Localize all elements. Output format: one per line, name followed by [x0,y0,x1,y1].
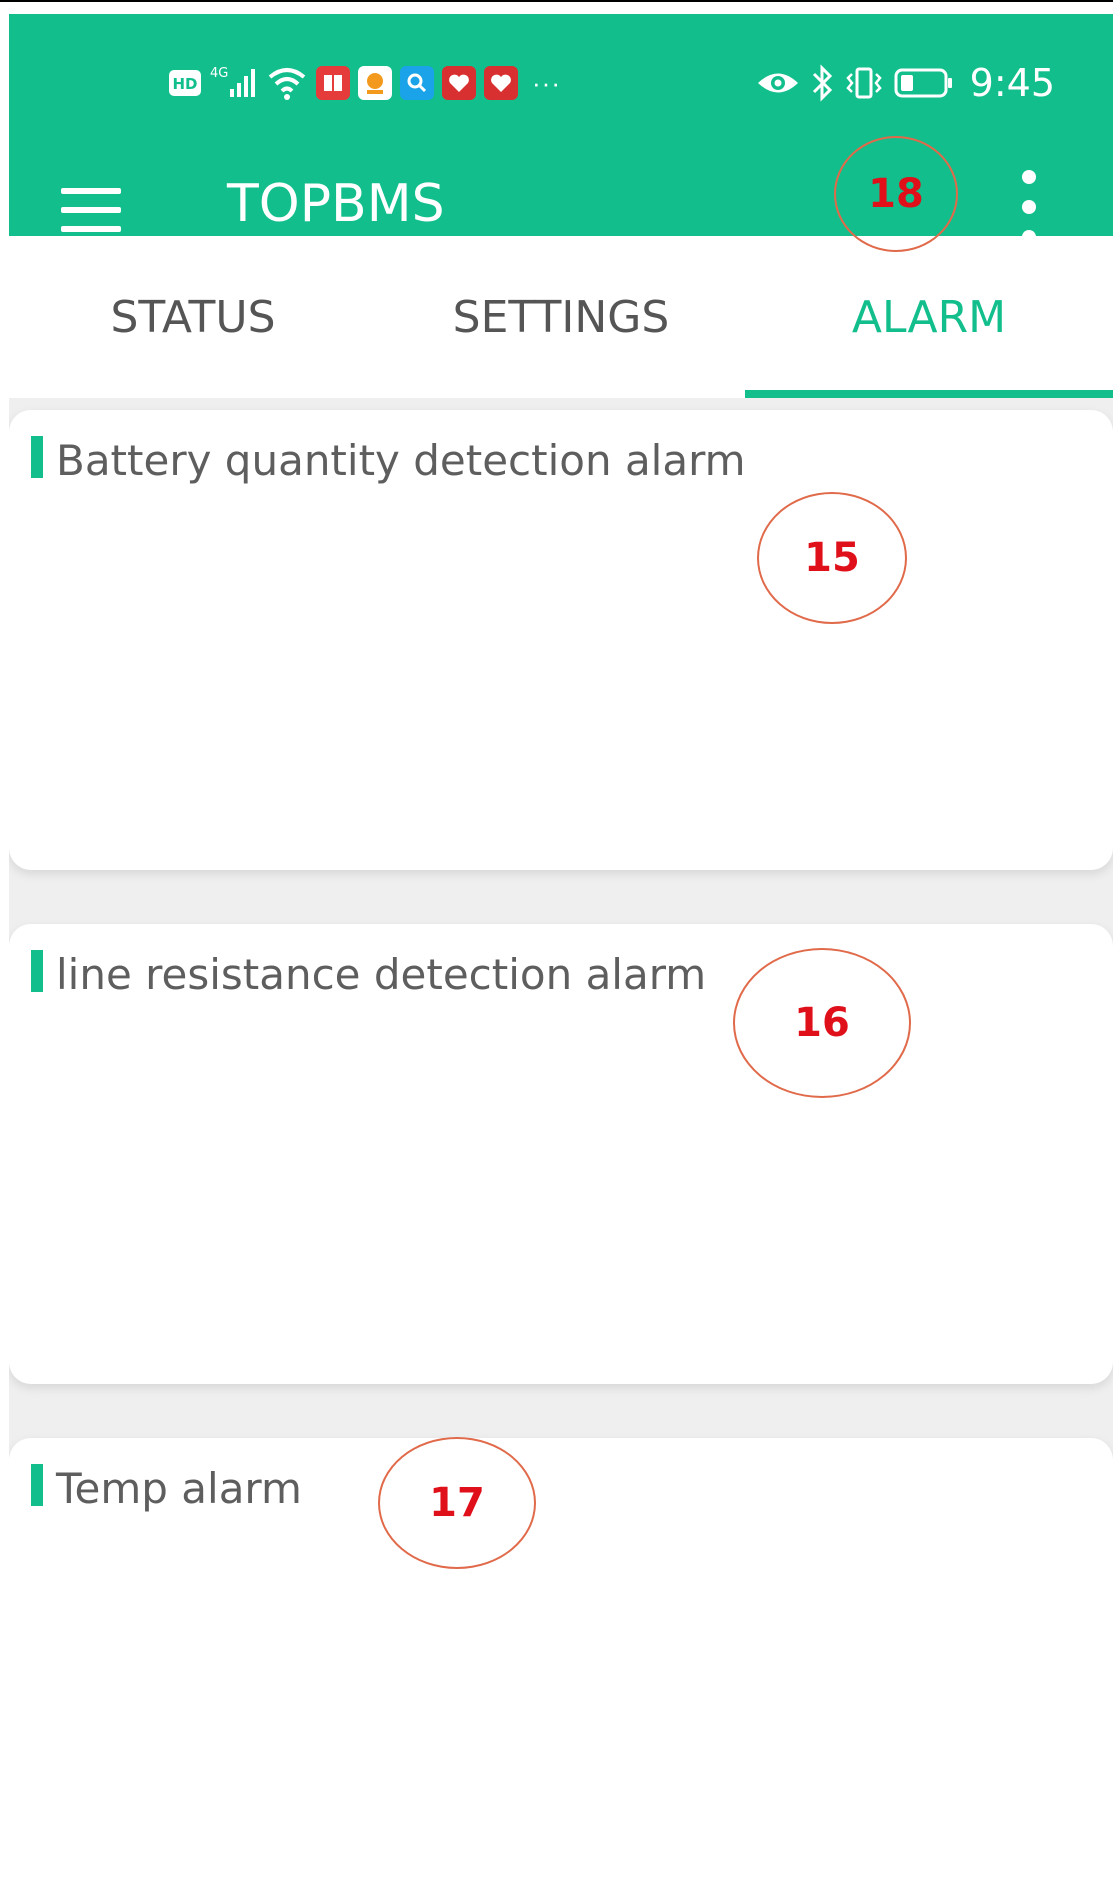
card-title: Battery quantity detection alarm [56,436,746,485]
search-app-icon [400,66,434,100]
battery-quantity-alarm-card: Battery quantity detection alarm [9,410,1113,870]
status-time: 9:45 [969,61,1055,105]
signal-icon: 4G [210,63,258,103]
battery-icon [894,67,954,99]
hd-badge-text: HD [172,75,197,93]
card-accent-bar [31,950,43,992]
annotation-marker-17: 17 [378,1437,536,1569]
tab-status[interactable]: STATUS [9,236,377,398]
notification-overflow-dots: ··· [532,67,561,98]
app-screen: HD 4G ··· 9:45 TOPBMS STATUS SETTINGS AL… [9,14,1113,1897]
heart-app-icon [484,66,518,100]
status-bar-right: 9:45 [756,58,1055,108]
bluetooth-icon [810,64,834,102]
heart-app-icon [442,66,476,100]
hd-icon: HD [168,68,202,98]
card-accent-bar [31,436,43,478]
vibrate-icon [844,66,884,100]
status-bar-left: HD 4G ··· [168,58,561,108]
tab-settings[interactable]: SETTINGS [377,236,745,398]
phone-app-icon [358,66,392,100]
tab-alarm[interactable]: ALARM [745,236,1113,398]
card-title: Temp alarm [56,1464,302,1513]
annotation-marker-15: 15 [757,492,907,624]
card-accent-bar [31,1464,43,1506]
hamburger-menu-icon[interactable] [61,188,121,232]
top-border-line [0,0,1113,2]
card-title: line resistance detection alarm [56,950,707,999]
status-bar: HD 4G ··· 9:45 [9,58,1113,108]
network-type-text: 4G [210,66,228,81]
temp-alarm-card: Temp alarm [9,1438,1113,1897]
wifi-icon [266,63,308,103]
line-resistance-alarm-card: line resistance detection alarm [9,924,1113,1384]
annotation-marker-18: 18 [834,136,958,252]
active-tab-indicator [745,390,1113,398]
book-app-icon [316,66,350,100]
eye-icon [756,68,800,98]
app-title: TOPBMS [227,174,445,234]
annotation-marker-16: 16 [733,948,911,1098]
tab-bar: STATUS SETTINGS ALARM [9,236,1113,398]
